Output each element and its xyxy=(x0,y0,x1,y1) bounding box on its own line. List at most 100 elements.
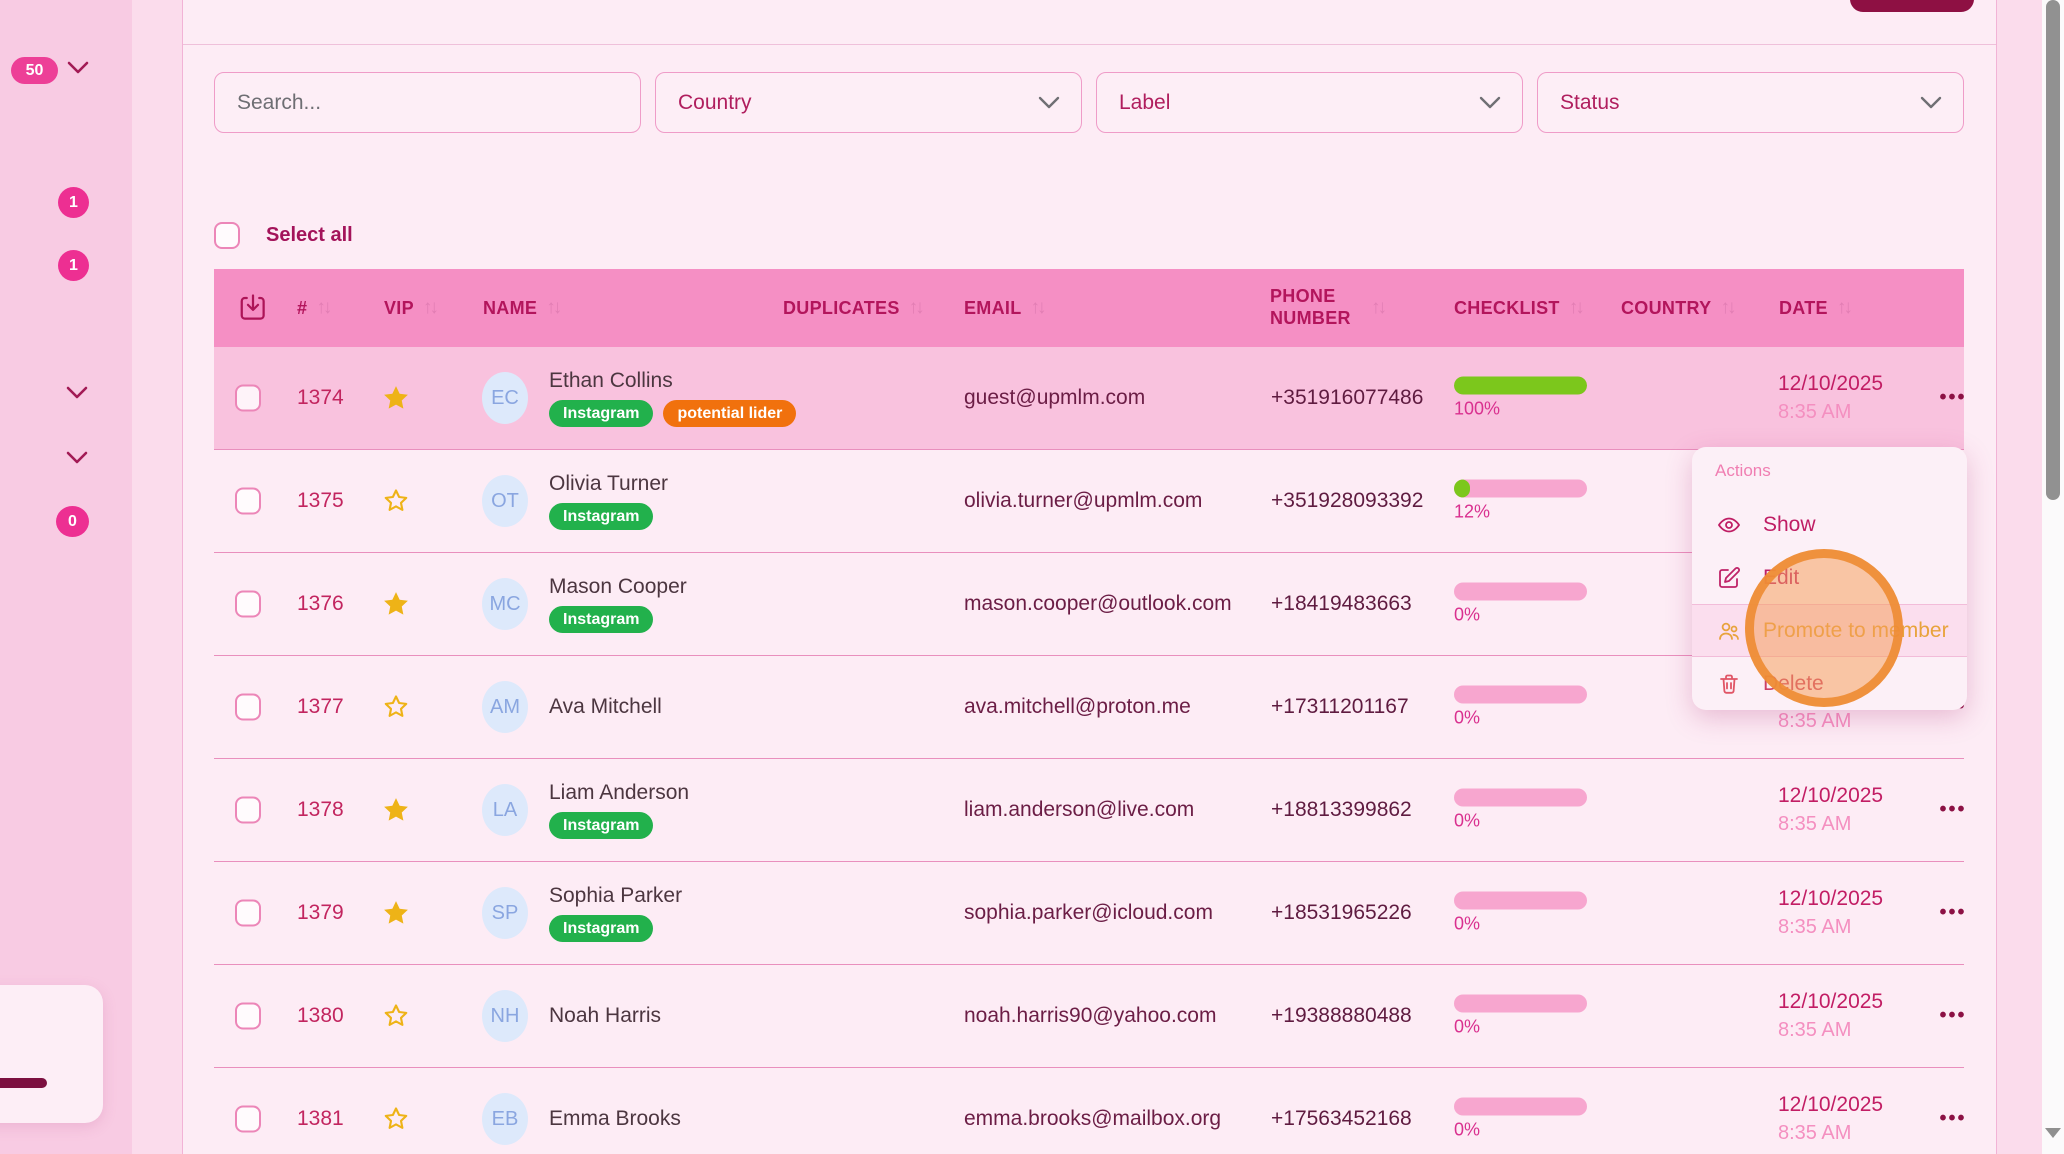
contact-phone: +18813399862 xyxy=(1271,798,1412,822)
column-header[interactable]: COUNTRY ↑↓ xyxy=(1621,269,1736,347)
column-header-label: VIP xyxy=(384,298,414,319)
sidebar-count-badge[interactable]: 1 xyxy=(58,187,89,218)
column-header[interactable]: # ↑↓ xyxy=(297,269,332,347)
select-all-row: Select all xyxy=(214,222,353,249)
name-cell: Noah Harris xyxy=(549,1004,661,1028)
row-actions-button ellipsis-icon[interactable]: ••• xyxy=(1930,1005,1976,1028)
row-time: 8:35 AM xyxy=(1778,401,1883,424)
country-filter-label: Country xyxy=(678,91,752,115)
status-filter-select[interactable]: Status xyxy=(1537,72,1964,133)
search-input[interactable] xyxy=(237,91,618,115)
star-icon[interactable] xyxy=(381,486,411,516)
avatar: MC xyxy=(482,578,528,630)
row-actions-button ellipsis-icon[interactable]: ••• xyxy=(1930,799,1976,822)
column-header-label: # xyxy=(297,298,307,319)
table-row[interactable]: 1381 EB Emma Brooks emma.brooks@mailbox.… xyxy=(214,1068,1964,1154)
scrollbar-track[interactable] xyxy=(2042,0,2064,1154)
progress-bar xyxy=(1454,377,1587,395)
row-checkbox[interactable] xyxy=(235,694,261,721)
avatar: LA xyxy=(482,784,528,836)
sort-icon[interactable]: ↑↓ xyxy=(1031,297,1047,319)
progress-bar xyxy=(1454,480,1587,498)
chevron-down-icon xyxy=(1478,95,1502,116)
tag-badge: potential lider xyxy=(663,400,796,427)
contact-email: sophia.parker@icloud.com xyxy=(964,901,1213,925)
sort-icon[interactable]: ↑↓ xyxy=(909,297,925,319)
name-cell: Olivia Turner Instagram xyxy=(549,472,668,530)
column-header[interactable]: DATE ↑↓ xyxy=(1779,269,1853,347)
column-header[interactable]: CHECKLIST ↑↓ xyxy=(1454,269,1585,347)
chevron-down-icon[interactable] xyxy=(66,385,88,401)
country-filter-select[interactable]: Country xyxy=(655,72,1082,133)
sidebar-count-badge[interactable]: 50 xyxy=(11,57,58,84)
column-header[interactable]: NAME ↑↓ xyxy=(483,269,562,347)
sort-icon[interactable]: ↑↓ xyxy=(546,297,562,319)
row-checkbox[interactable] xyxy=(235,591,261,618)
status-filter-label: Status xyxy=(1560,91,1620,115)
row-id: 1377 xyxy=(297,695,344,719)
column-header[interactable]: VIP ↑↓ xyxy=(384,269,439,347)
star-icon[interactable] xyxy=(381,589,411,619)
row-checkbox[interactable] xyxy=(235,385,261,412)
contact-email: mason.cooper@outlook.com xyxy=(964,592,1232,616)
filter-bar: Country Label Status xyxy=(214,72,1964,133)
search-field[interactable] xyxy=(214,72,641,133)
primary-action-button[interactable] xyxy=(1850,0,1974,12)
row-checkbox[interactable] xyxy=(235,1106,261,1133)
row-checkbox[interactable] xyxy=(235,900,261,927)
export-icon[interactable] xyxy=(238,293,268,326)
menu-item-promote-to-member[interactable]: Promote to member xyxy=(1692,604,1967,657)
column-header-label: NAME xyxy=(483,298,537,319)
row-actions-button ellipsis-icon[interactable]: ••• xyxy=(1930,902,1976,925)
star-icon[interactable] xyxy=(381,795,411,825)
menu-item-show[interactable]: Show xyxy=(1692,498,1967,551)
sort-icon[interactable]: ↑↓ xyxy=(316,297,332,319)
row-date: 12/10/2025 xyxy=(1778,372,1883,396)
row-time: 8:35 AM xyxy=(1778,1019,1883,1042)
progress-fill xyxy=(1454,480,1470,498)
star-icon[interactable] xyxy=(381,692,411,722)
column-header[interactable]: PHONE NUMBER ↑↓ xyxy=(1270,269,1387,347)
contact-name: Noah Harris xyxy=(549,1004,661,1028)
column-header-label: EMAIL xyxy=(964,298,1022,319)
star-icon[interactable] xyxy=(381,898,411,928)
column-header[interactable]: DUPLICATES ↑↓ xyxy=(783,269,925,347)
table-row[interactable]: 1374 EC Ethan Collins Instagrampotential… xyxy=(214,347,1964,450)
label-filter-select[interactable]: Label xyxy=(1096,72,1523,133)
table-row[interactable]: 1380 NH Noah Harris noah.harris90@yahoo.… xyxy=(214,965,1964,1068)
row-checkbox[interactable] xyxy=(235,797,261,824)
scrollbar-down-arrow[interactable] xyxy=(2045,1128,2061,1138)
column-header[interactable]: EMAIL ↑↓ xyxy=(964,269,1047,347)
contact-name: Emma Brooks xyxy=(549,1107,681,1131)
chevron-down-icon[interactable] xyxy=(66,450,88,466)
sort-icon[interactable]: ↑↓ xyxy=(423,297,439,319)
sort-icon[interactable]: ↑↓ xyxy=(1569,297,1585,319)
row-checkbox[interactable] xyxy=(235,1003,261,1030)
sort-icon[interactable]: ↑↓ xyxy=(1371,297,1387,319)
sort-icon[interactable]: ↑↓ xyxy=(1720,297,1736,319)
sort-icon[interactable]: ↑↓ xyxy=(1837,297,1853,319)
sidebar-count-badge[interactable]: 1 xyxy=(58,250,89,281)
divider xyxy=(183,44,1996,45)
scrollbar-thumb[interactable] xyxy=(2046,0,2060,500)
progress-bar xyxy=(1454,789,1587,807)
star-icon[interactable] xyxy=(381,383,411,413)
avatar: NH xyxy=(482,990,528,1042)
menu-item-edit[interactable]: Edit xyxy=(1692,551,1967,604)
table-row[interactable]: 1378 LA Liam Anderson Instagram liam.and… xyxy=(214,759,1964,862)
table-row[interactable]: 1379 SP Sophia Parker Instagram sophia.p… xyxy=(214,862,1964,965)
row-id: 1378 xyxy=(297,798,344,822)
star-icon[interactable] xyxy=(381,1104,411,1134)
sidebar-count-badge[interactable]: 0 xyxy=(56,506,89,537)
checklist-cell: 0% xyxy=(1454,583,1587,626)
row-checkbox[interactable] xyxy=(235,488,261,515)
chevron-down-icon[interactable] xyxy=(67,60,89,76)
column-header-label: CHECKLIST xyxy=(1454,298,1560,319)
menu-item-delete[interactable]: Delete xyxy=(1692,657,1967,710)
progress-percent: 0% xyxy=(1454,914,1587,935)
contact-phone: +17311201167 xyxy=(1271,695,1409,719)
select-all-checkbox[interactable] xyxy=(214,222,240,249)
row-actions-button ellipsis-icon[interactable]: ••• xyxy=(1930,1108,1976,1131)
row-actions-button ellipsis-icon[interactable]: ••• xyxy=(1930,387,1976,410)
star-icon[interactable] xyxy=(381,1001,411,1031)
